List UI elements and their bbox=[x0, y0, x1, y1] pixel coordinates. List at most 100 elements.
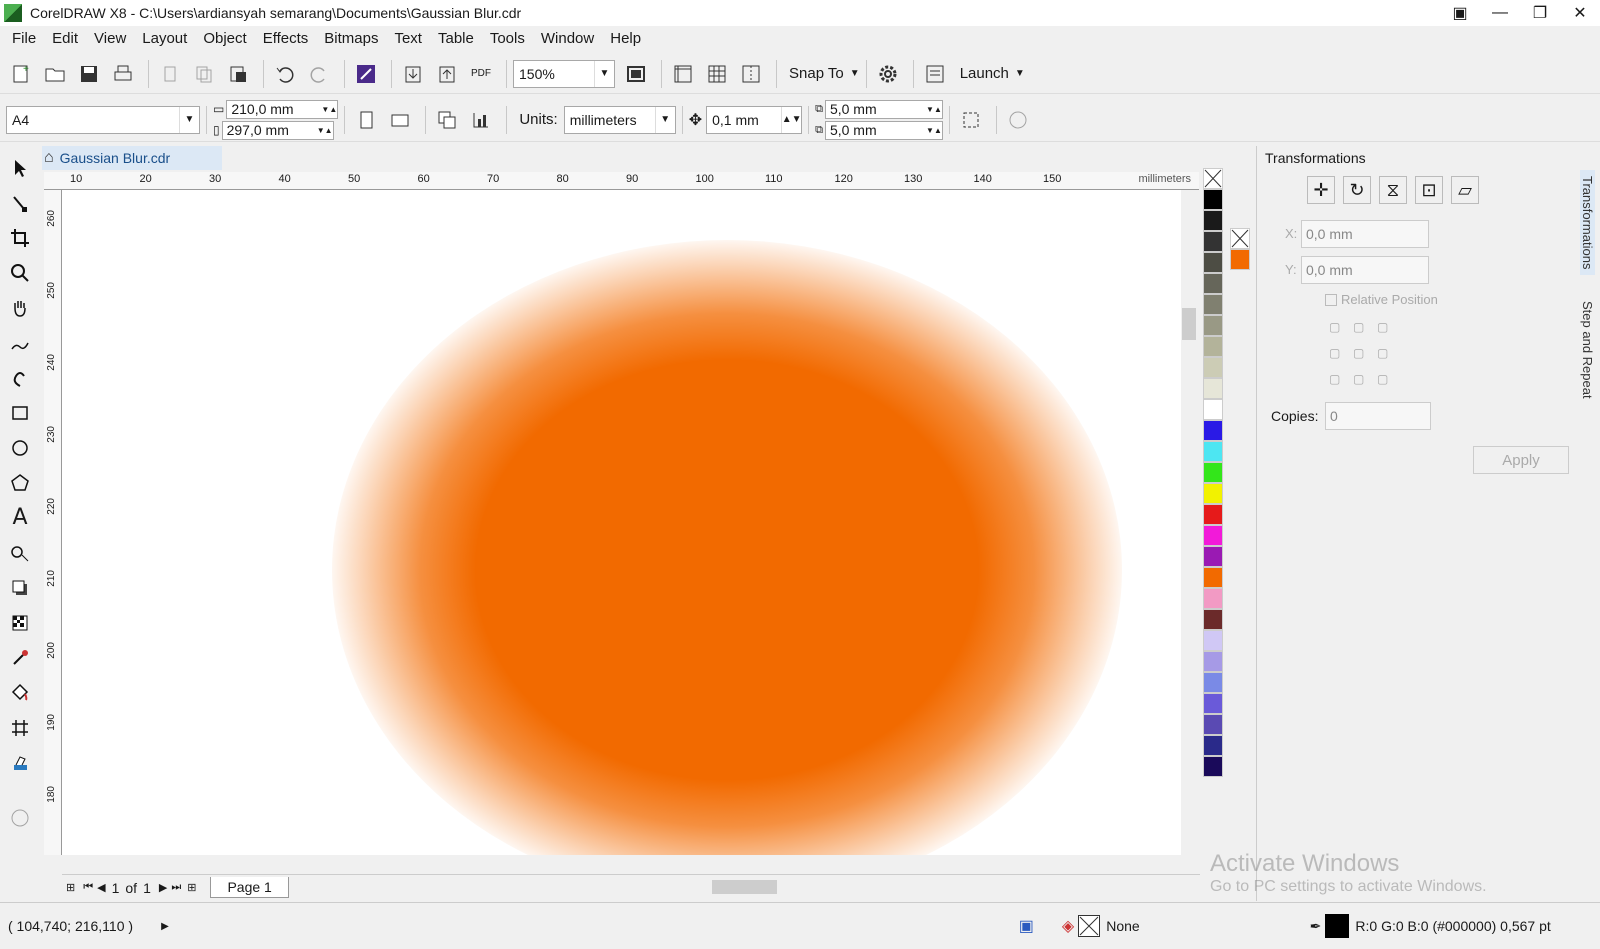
account-icon[interactable]: ▣ bbox=[1440, 0, 1480, 26]
palette-swatch[interactable] bbox=[1203, 651, 1223, 672]
zoom-tool-icon[interactable] bbox=[3, 255, 37, 290]
vertical-ruler[interactable]: 260 250 240 230 220 210 200 190 180 bbox=[44, 190, 62, 855]
open-folder-icon[interactable] bbox=[40, 59, 70, 89]
rectangle-tool-icon[interactable] bbox=[3, 395, 37, 430]
crop-tool-icon[interactable] bbox=[3, 220, 37, 255]
export-icon[interactable] bbox=[432, 59, 462, 89]
cut-icon[interactable] bbox=[155, 59, 185, 89]
anchor-top-center[interactable]: ▢ bbox=[1353, 320, 1377, 334]
color-proofing-icon[interactable]: ▣ bbox=[1019, 916, 1034, 936]
toolbox-customize-icon[interactable] bbox=[3, 800, 37, 835]
options-gear-icon[interactable] bbox=[873, 59, 903, 89]
anchor-bottom-left[interactable]: ▢ bbox=[1329, 372, 1353, 386]
all-pages-icon[interactable] bbox=[432, 105, 462, 135]
height-spinner-icon[interactable]: ▼▲ bbox=[317, 122, 333, 139]
anchor-center[interactable]: ▢ bbox=[1353, 346, 1377, 360]
eyedropper-tool-icon[interactable] bbox=[3, 640, 37, 675]
width-spinner-icon[interactable]: ▼▲ bbox=[321, 101, 337, 118]
dup-x-spinner-icon[interactable]: ▼▲ bbox=[926, 101, 942, 118]
search-content-icon[interactable] bbox=[351, 59, 381, 89]
scale-mirror-icon[interactable]: ⧖ bbox=[1379, 176, 1407, 204]
side-tab-step-and-repeat[interactable]: Step and Repeat bbox=[1580, 295, 1595, 405]
close-button[interactable]: ✕ bbox=[1560, 0, 1600, 26]
snap-to-chevron-down-icon[interactable]: ▼ bbox=[850, 68, 860, 79]
menu-tools[interactable]: Tools bbox=[482, 26, 533, 52]
palette-swatch[interactable] bbox=[1203, 483, 1223, 504]
undo-icon[interactable] bbox=[270, 59, 300, 89]
fill-none-swatch[interactable] bbox=[1078, 915, 1101, 937]
artistic-media-tool-icon[interactable] bbox=[3, 360, 37, 395]
menu-table[interactable]: Table bbox=[430, 26, 482, 52]
palette-swatch[interactable] bbox=[1203, 273, 1223, 294]
chevron-down-icon[interactable]: ▼ bbox=[654, 106, 675, 133]
transparency-tool-icon[interactable] bbox=[3, 605, 37, 640]
side-tab-transformations[interactable]: Transformations bbox=[1580, 170, 1595, 276]
no-color-swatch[interactable] bbox=[1203, 168, 1223, 189]
palette-swatch[interactable] bbox=[1203, 693, 1223, 714]
launch-app-icon[interactable] bbox=[920, 59, 950, 89]
anchor-top-left[interactable]: ▢ bbox=[1329, 320, 1353, 334]
menu-view[interactable]: View bbox=[86, 26, 134, 52]
duplicate-x-field[interactable]: 5,0 mm ▼▲ bbox=[824, 99, 943, 119]
page-width-field[interactable]: 210,0 mm ▼▲ bbox=[226, 99, 339, 119]
drop-shadow-tool-icon[interactable] bbox=[3, 570, 37, 605]
menu-edit[interactable]: Edit bbox=[44, 26, 86, 52]
menu-object[interactable]: Object bbox=[195, 26, 254, 52]
palette-swatch[interactable] bbox=[1203, 189, 1223, 210]
size-icon[interactable]: ⊡ bbox=[1415, 176, 1443, 204]
palette-swatch[interactable] bbox=[1203, 231, 1223, 252]
show-grid-icon[interactable] bbox=[702, 59, 732, 89]
palette-swatch[interactable] bbox=[1203, 336, 1223, 357]
anchor-bottom-right[interactable]: ▢ bbox=[1377, 372, 1401, 386]
palette-swatch[interactable] bbox=[1203, 546, 1223, 567]
relative-position-checkbox[interactable] bbox=[1325, 293, 1337, 306]
palette-swatch[interactable] bbox=[1203, 609, 1223, 630]
first-page-icon[interactable]: ⏮ bbox=[83, 881, 93, 894]
landscape-icon[interactable] bbox=[385, 105, 415, 135]
menu-layout[interactable]: Layout bbox=[134, 26, 195, 52]
drawing-canvas[interactable] bbox=[62, 190, 1188, 855]
menu-bitmaps[interactable]: Bitmaps bbox=[316, 26, 386, 52]
doc-orange-swatch[interactable] bbox=[1230, 249, 1250, 270]
paste-icon[interactable] bbox=[223, 59, 253, 89]
palette-swatch[interactable] bbox=[1203, 420, 1223, 441]
anchor-top-right[interactable]: ▢ bbox=[1377, 320, 1401, 334]
position-icon[interactable]: ✛ bbox=[1307, 176, 1335, 204]
polygon-tool-icon[interactable] bbox=[3, 465, 37, 500]
vertical-scroll-thumb[interactable] bbox=[1182, 308, 1196, 340]
ellipse-tool-icon[interactable] bbox=[3, 430, 37, 465]
copy-icon[interactable] bbox=[189, 59, 219, 89]
duplicate-y-field[interactable]: 5,0 mm ▼▲ bbox=[824, 120, 943, 140]
y-position-field[interactable]: 0,0 mm bbox=[1301, 256, 1429, 284]
previous-page-icon[interactable]: ◀ bbox=[97, 881, 105, 894]
apply-button[interactable]: Apply bbox=[1473, 446, 1569, 474]
menu-file[interactable]: File bbox=[4, 26, 44, 52]
home-icon[interactable]: ⌂ bbox=[44, 149, 54, 167]
dup-y-spinner-icon[interactable]: ▼▲ bbox=[926, 122, 942, 139]
palette-swatch[interactable] bbox=[1203, 441, 1223, 462]
skew-icon[interactable]: ▱ bbox=[1451, 176, 1479, 204]
launch-chevron-down-icon[interactable]: ▼ bbox=[1015, 68, 1025, 79]
nudge-spinner-icon[interactable]: ▲▼ bbox=[781, 106, 802, 133]
anchor-middle-right[interactable]: ▢ bbox=[1377, 346, 1401, 360]
save-icon[interactable] bbox=[74, 59, 104, 89]
menu-text[interactable]: Text bbox=[386, 26, 430, 52]
publish-pdf-icon[interactable]: PDF bbox=[466, 59, 496, 89]
minimize-button[interactable]: — bbox=[1480, 0, 1520, 26]
page-height-field[interactable]: 297,0 mm ▼▲ bbox=[221, 120, 334, 140]
pick-tool-icon[interactable] bbox=[3, 150, 37, 185]
status-expand-icon[interactable]: ▶ bbox=[161, 921, 169, 932]
freehand-tool-icon[interactable] bbox=[3, 325, 37, 360]
palette-swatch[interactable] bbox=[1203, 210, 1223, 231]
palette-swatch[interactable] bbox=[1203, 294, 1223, 315]
portrait-icon[interactable] bbox=[351, 105, 381, 135]
zoom-level-combo[interactable]: 150% ▼ bbox=[513, 59, 615, 88]
snap-to-button[interactable]: Snap To bbox=[789, 65, 844, 82]
page-size-combo[interactable]: A4 ▼ bbox=[6, 105, 200, 134]
text-tool-icon[interactable]: A bbox=[3, 500, 37, 535]
chevron-down-icon[interactable]: ▼ bbox=[179, 106, 199, 133]
import-icon[interactable] bbox=[398, 59, 428, 89]
show-guidelines-icon[interactable] bbox=[736, 59, 766, 89]
horizontal-scroll-thumb[interactable] bbox=[712, 880, 777, 894]
interactive-fill-tool-icon[interactable] bbox=[3, 675, 37, 710]
